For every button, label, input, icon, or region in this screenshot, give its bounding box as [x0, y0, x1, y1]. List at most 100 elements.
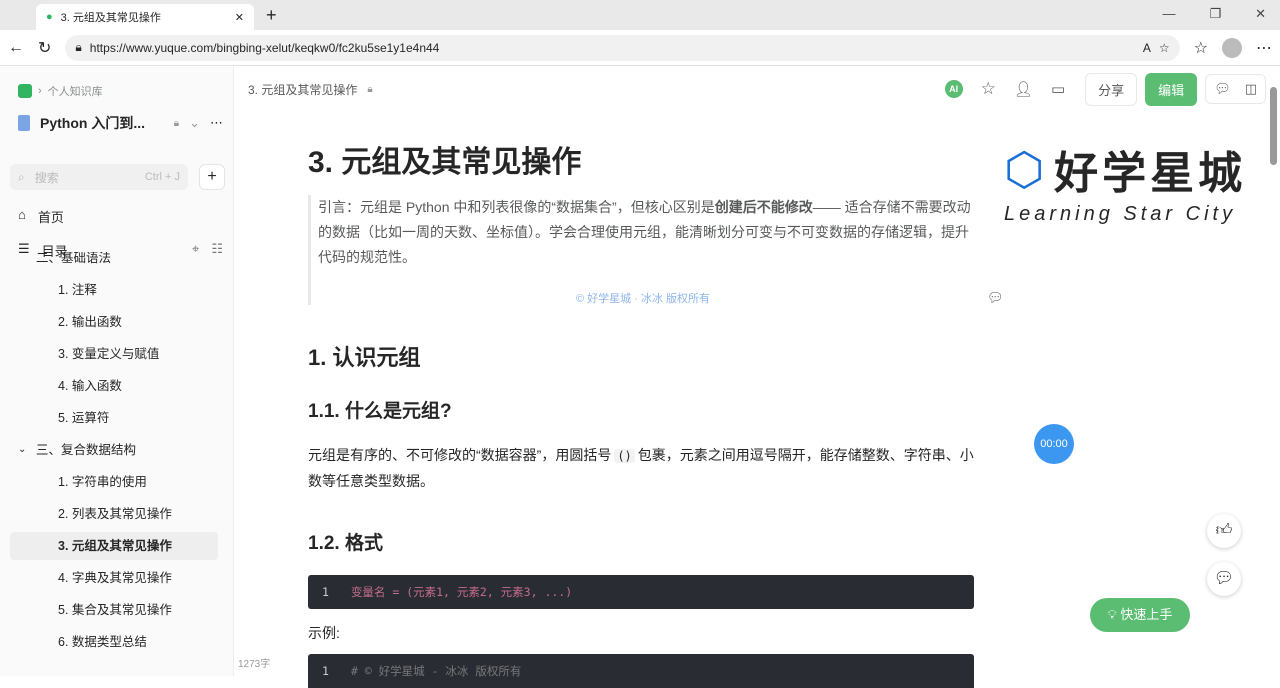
panel-buttons: 💬︎ ◫ — [1205, 74, 1266, 104]
code-line: 变量名 = (元素1, 元素2, 元素3, ...) — [350, 585, 573, 599]
home-label: 首页 — [37, 210, 64, 225]
code-block[interactable]: 1 # © 好学星城 - 冰冰 版权所有 — [308, 654, 974, 688]
present-icon[interactable]: ▭ — [1051, 80, 1065, 98]
quickstart-button[interactable]: 💡︎ 快速上手 — [1090, 598, 1190, 632]
toc-item[interactable]: 2. 输出函数 — [10, 308, 218, 336]
quote-bold: 创建后不能修改 — [714, 199, 813, 215]
toc-item[interactable]: ⌄ 三、复合数据结构 — [10, 436, 218, 464]
toc-item-label: 三、复合数据结构 — [36, 443, 137, 457]
comment-button[interactable]: 💬︎ — [1207, 562, 1241, 596]
text: 元组是有序的、不可修改的“数据容器”，用圆括号 — [308, 447, 612, 463]
add-collaborator-icon[interactable]: 👤︎ — [1014, 80, 1033, 98]
toc-item[interactable]: 二、基础语法 — [10, 252, 218, 272]
toc-item-label: 3. 变量定义与赋值 — [58, 347, 160, 361]
reload-icon[interactable]: ↻ — [38, 38, 51, 58]
toc-item[interactable]: 4. 输入函数 — [10, 372, 218, 400]
toc-item-label: 4. 输入函数 — [58, 379, 122, 393]
heading-h2: 1. 认识元组 — [308, 345, 421, 370]
ai-button[interactable]: AI — [944, 80, 963, 98]
breadcrumb-knowledge-base[interactable]: 个人知识库 — [48, 83, 103, 99]
toc-item-label: 5. 集合及其常见操作 — [58, 603, 172, 617]
like-button[interactable]: 👍︎ — [1207, 514, 1241, 548]
chevron-down-icon[interactable]: ⌄ — [189, 115, 200, 131]
favorite-icon[interactable]: ☆ — [1159, 41, 1170, 55]
example-label: 示例: — [308, 625, 340, 641]
recording-timer[interactable]: 00:00 — [1034, 424, 1074, 464]
toc-item-label: 2. 输出函数 — [58, 315, 122, 329]
heading-h3: 1.1. 什么是元组? — [308, 401, 452, 422]
comment-icon[interactable]: 💬︎ — [1214, 81, 1231, 97]
toc-item[interactable]: 1. 字符串的使用 — [10, 468, 218, 496]
toc-item-label: 4. 字典及其常见操作 — [58, 571, 172, 585]
line-number: 1 — [322, 585, 329, 599]
doc-breadcrumb-title: 3. 元组及其常见操作 — [248, 82, 358, 97]
search-placeholder: 搜索 — [34, 170, 59, 185]
book-title[interactable]: Python 入门到... — [40, 113, 164, 133]
back-icon[interactable]: ← — [8, 39, 24, 57]
chevron-down-icon[interactable]: ⌄ — [18, 436, 26, 464]
toc-item[interactable]: 2. 列表及其常见操作 — [10, 500, 218, 528]
bulb-icon: 💡︎ — [1107, 607, 1117, 622]
search-icon: ⌕ — [18, 169, 25, 184]
watermark-text: © 好学星城 · 冰冰 版权所有 — [576, 293, 710, 305]
document-body: 3. 元组及其常见操作 引言：元组是 Python 中和列表很像的“数据集合”，… — [308, 137, 1004, 688]
logo: ⬡ 好学星城 Learning Star City — [1004, 137, 1269, 226]
logo-en: Learning Star City — [1004, 203, 1237, 225]
profile-avatar[interactable] — [1222, 37, 1242, 58]
toc-item[interactable]: 1. 注释 — [10, 276, 218, 304]
edit-button[interactable]: 编辑 — [1145, 72, 1198, 106]
code-line: # © 好学星城 - 冰冰 版权所有 — [350, 664, 522, 678]
lock-icon: 🔒︎ — [75, 40, 82, 54]
new-tab-button[interactable]: + — [266, 5, 277, 26]
hexagon-logo-icon: ⬡ — [1004, 143, 1045, 195]
code-block[interactable]: 1 变量名 = (元素1, 元素2, 元素3, ...) — [308, 575, 974, 609]
toc-item[interactable]: 3. 元组及其常见操作 — [10, 532, 218, 560]
restore-button[interactable]: ❐ — [1209, 6, 1221, 22]
toc-item[interactable]: 4. 字典及其常见操作 — [10, 564, 218, 592]
scrollbar[interactable] — [1270, 87, 1277, 165]
url-field[interactable]: 🔒︎ https://www.yuque.com/bingbing-xelut/k… — [65, 34, 1180, 61]
logo-cn: 好学星城 — [1054, 149, 1247, 198]
yuque-logo-icon — [18, 84, 32, 98]
share-button[interactable]: 分享 — [1085, 72, 1138, 106]
lock-icon: 🔒︎ — [367, 83, 373, 95]
quote-text: 引言：元组是 Python 中和列表很像的“数据集合”，但核心区别是 — [318, 199, 715, 215]
paragraph: 元组是有序的、不可修改的“数据容器”，用圆括号() 包裹，元素之间用逗号隔开，能存… — [308, 443, 974, 494]
close-tab-icon[interactable]: ✕ — [235, 11, 244, 24]
minimize-button[interactable]: — — [1162, 6, 1175, 22]
book-icon — [18, 115, 30, 131]
document-title: 3. 元组及其常见操作 — [308, 146, 582, 179]
url-text: https://www.yuque.com/bingbing-xelut/keq… — [89, 40, 440, 55]
sidebar-item-home[interactable]: ⌂ 首页 — [18, 207, 64, 226]
inline-code: () — [614, 449, 635, 463]
toc-item[interactable]: 5. 运算符 — [10, 404, 218, 432]
sidebar-toggle-icon[interactable]: ◫ — [1245, 81, 1257, 97]
toc-item[interactable]: 6. 数据类型总结 — [10, 628, 218, 656]
intro-quote: 引言：元组是 Python 中和列表很像的“数据集合”，但核心区别是创建后不能修… — [308, 195, 1004, 305]
sidebar: › 个人知识库 Python 入门到... 🔒︎ ⌄ ⋯ ⌕ 搜索 Ctrl + J… — [0, 67, 270, 676]
star-icon[interactable]: ☆ — [981, 79, 996, 99]
toc-item[interactable]: 5. 集合及其常见操作 — [10, 596, 218, 624]
close-window-button[interactable]: ✕ — [1255, 6, 1266, 22]
toc-item-label: 6. 数据类型总结 — [58, 635, 147, 649]
home-icon: ⌂ — [18, 207, 26, 222]
browser-tab-bar: ● 3. 元组及其常见操作 ✕ + — ❐ ✕ — [0, 0, 1280, 30]
toc-item-label: 1. 注释 — [58, 283, 97, 297]
add-button[interactable]: + — [199, 164, 225, 190]
tab-title: 3. 元组及其常见操作 — [60, 12, 161, 24]
more-icon[interactable]: ⋯ — [210, 115, 223, 131]
toc-item[interactable]: 3. 变量定义与赋值 — [10, 340, 218, 368]
browser-tab[interactable]: ● 3. 元组及其常见操作 ✕ — [36, 4, 254, 30]
toc-item-label: 2. 列表及其常见操作 — [58, 507, 172, 521]
toc-item-label: 3. 元组及其常见操作 — [58, 539, 172, 553]
quickstart-label: 快速上手 — [1120, 607, 1173, 622]
read-aloud-icon[interactable]: A — [1143, 41, 1151, 55]
heading-h3: 1.2. 格式 — [308, 533, 383, 554]
search-input[interactable]: ⌕ 搜索 Ctrl + J — [10, 164, 188, 190]
comment-icon[interactable]: 💬︎ — [987, 285, 1004, 310]
toc-item-label: 1. 字符串的使用 — [58, 475, 147, 489]
toc-item-label: 二、基础语法 — [36, 252, 112, 265]
more-icon[interactable]: ⋯ — [1256, 38, 1272, 58]
favorites-icon[interactable]: ☆ — [1194, 38, 1208, 58]
main-area: 3. 元组及其常见操作 🔒︎ AI ☆ 👤︎ ▭ 分享 编辑 💬︎ ◫ 3. 元组… — [234, 67, 1280, 688]
